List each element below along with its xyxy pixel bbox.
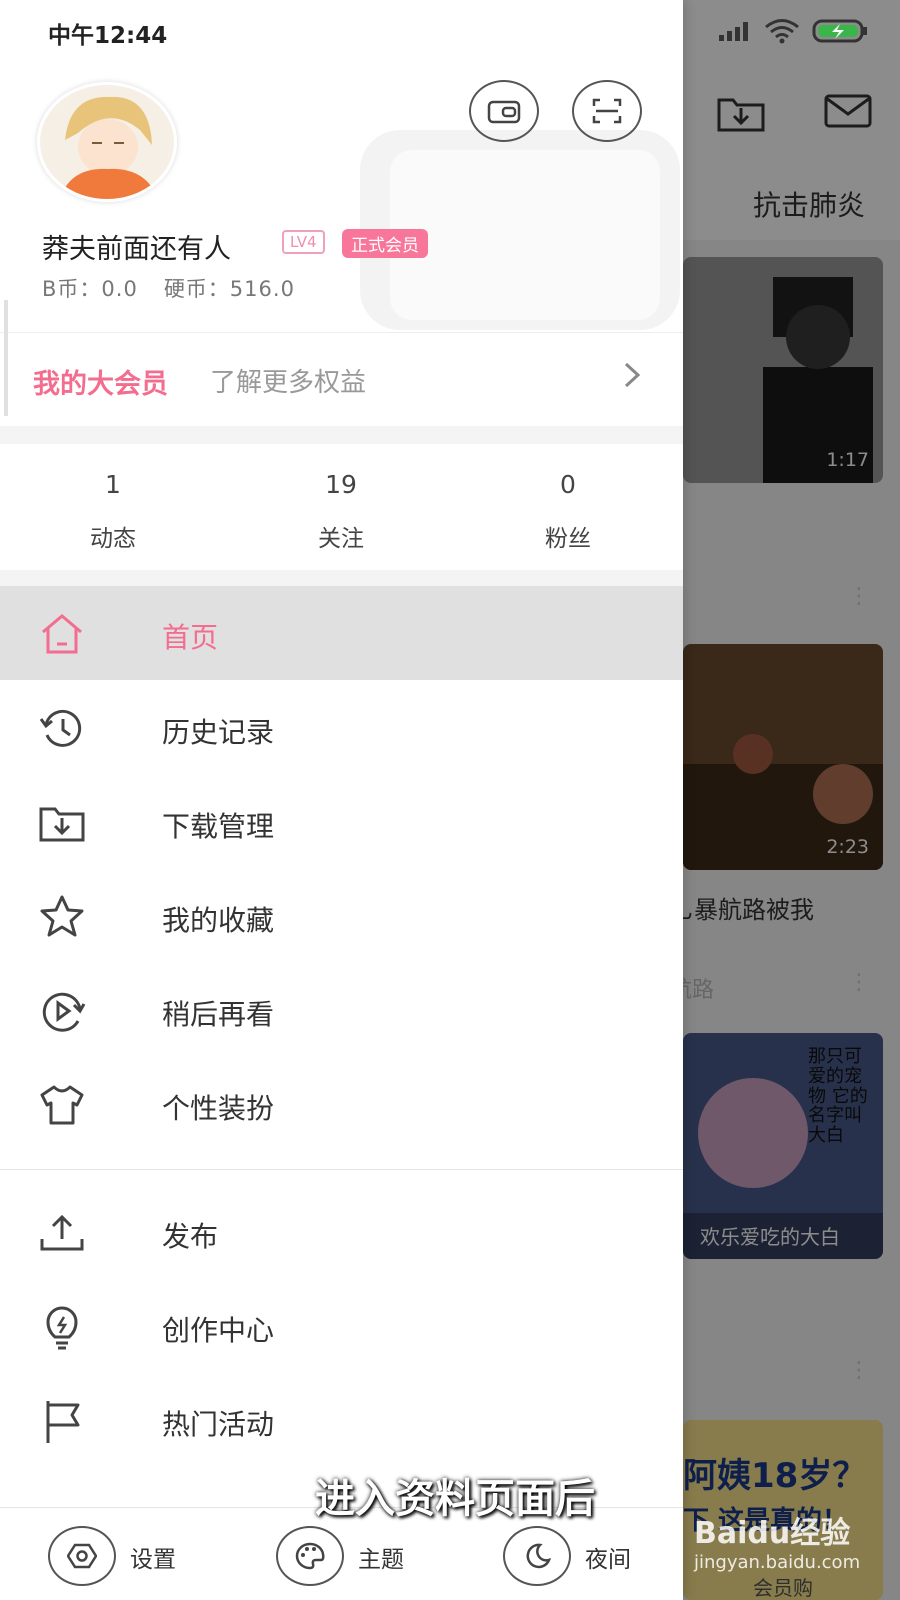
menu-item-favorites[interactable]: 我的收藏 <box>0 869 683 963</box>
battery-icon <box>812 18 870 48</box>
menu-label: 首页 <box>162 621 219 654</box>
menu-item-dressup[interactable]: 个性装扮 <box>0 1057 683 1151</box>
watermark-brand: Baidu经验 <box>694 1516 851 1551</box>
home-icon <box>42 614 82 654</box>
vip-subtitle: 了解更多权益 <box>210 368 367 398</box>
menu-label: 下载管理 <box>162 810 275 843</box>
bottom-label: 主题 <box>358 1547 404 1573</box>
stat-number: 19 <box>325 470 357 499</box>
stat-label: 动态 <box>90 526 136 552</box>
divider <box>0 1169 683 1170</box>
menu-item-hot-events[interactable]: 热门活动 <box>0 1373 683 1467</box>
chevron-right-icon <box>622 360 642 394</box>
stat-number: 1 <box>105 470 121 499</box>
level-badge: LV4 <box>282 230 325 254</box>
menu-item-publish[interactable]: 发布 <box>0 1185 683 1279</box>
stat-number: 0 <box>560 470 576 499</box>
video-subtitle: 进入资料页面后 <box>315 1476 595 1522</box>
bcoin-balance: B币：0.0 <box>42 277 138 301</box>
separator <box>0 426 683 444</box>
watermark-url: jingyan.baidu.com <box>694 1552 861 1573</box>
wallet-button[interactable] <box>469 80 539 142</box>
history-icon <box>39 709 82 747</box>
status-time: 中午12:44 <box>48 23 168 49</box>
menu-label: 历史记录 <box>162 716 275 749</box>
star-icon <box>40 895 84 937</box>
menu-item-home[interactable]: 首页 <box>0 586 683 680</box>
vip-badge: 正式会员 <box>342 229 428 258</box>
menu-label: 个性装扮 <box>162 1092 275 1125</box>
bottom-label: 夜间 <box>585 1547 631 1573</box>
menu-label: 热门活动 <box>162 1408 275 1441</box>
signal-icon <box>718 20 754 46</box>
upload-icon <box>40 1214 84 1251</box>
navigation-drawer: 中午12:44 莽夫前面还有人 LV4 正式会员 B币：0.0 硬币：516.0 … <box>0 0 683 1600</box>
avatar[interactable] <box>37 82 177 202</box>
vip-left-bar <box>4 300 8 416</box>
menu-label: 发布 <box>162 1220 219 1253</box>
stat-dynamics[interactable]: 1 动态 <box>53 470 173 553</box>
dim-overlay[interactable] <box>683 0 900 1600</box>
palette-icon <box>276 1526 344 1586</box>
vip-title: 我的大会员 <box>33 369 168 400</box>
coin-balances: B币：0.0 硬币：516.0 <box>42 273 321 303</box>
menu-item-history[interactable]: 历史记录 <box>0 681 683 775</box>
flag-icon <box>46 1401 80 1443</box>
scan-button[interactable] <box>572 80 642 142</box>
wifi-icon <box>764 18 800 48</box>
watch-later-icon <box>42 992 86 1032</box>
separator <box>0 570 683 586</box>
settings-icon <box>48 1526 116 1586</box>
moon-icon <box>503 1526 571 1586</box>
scan-icon <box>592 98 622 124</box>
menu-item-downloads[interactable]: 下载管理 <box>0 775 683 869</box>
stat-following[interactable]: 19 关注 <box>281 470 401 553</box>
coin-balance: 硬币：516.0 <box>163 277 295 301</box>
menu-label: 稍后再看 <box>162 998 275 1031</box>
stat-label: 粉丝 <box>545 526 591 552</box>
bottom-label: 设置 <box>130 1547 176 1573</box>
menu-item-creator-center[interactable]: 创作中心 <box>0 1279 683 1373</box>
avatar-image <box>40 85 174 199</box>
tshirt-icon <box>40 1085 84 1125</box>
username: 莽夫前面还有人 <box>42 234 231 265</box>
menu-item-watch-later[interactable]: 稍后再看 <box>0 963 683 1057</box>
menu-label: 我的收藏 <box>162 904 275 937</box>
download-folder-icon <box>39 807 85 842</box>
wallet-icon <box>487 100 521 124</box>
stat-label: 关注 <box>318 526 364 552</box>
menu-label: 创作中心 <box>162 1314 275 1347</box>
stat-followers[interactable]: 0 粉丝 <box>508 470 628 553</box>
lightbulb-icon <box>46 1306 78 1350</box>
